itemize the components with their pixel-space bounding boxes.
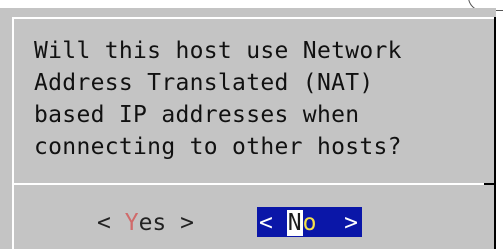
yes-button-left-bracket: <	[97, 210, 125, 236]
no-button-left-bracket: <	[259, 210, 287, 236]
dialog-divider-shadow	[484, 183, 496, 185]
yes-button-right-bracket: >	[166, 210, 194, 236]
yes-button-hotkey: Y	[124, 210, 139, 236]
no-button-right-bracket: >	[316, 210, 358, 236]
no-button[interactable]: < No >	[257, 207, 362, 237]
dialog-border-top	[12, 17, 496, 19]
yes-button-label: es	[138, 210, 167, 236]
terminal-screen: Will this host use Network Address Trans…	[0, 0, 503, 249]
dialog-message: Will this host use Network Address Trans…	[34, 38, 402, 160]
no-button-label: o	[302, 210, 317, 236]
yes-button[interactable]: < Yes >	[97, 207, 194, 237]
yes-no-dialog: Will this host use Network Address Trans…	[0, 8, 496, 249]
dialog-divider	[12, 183, 496, 185]
dialog-buttons: < Yes > < No >	[0, 207, 496, 239]
no-button-hotkey: N	[286, 210, 303, 236]
